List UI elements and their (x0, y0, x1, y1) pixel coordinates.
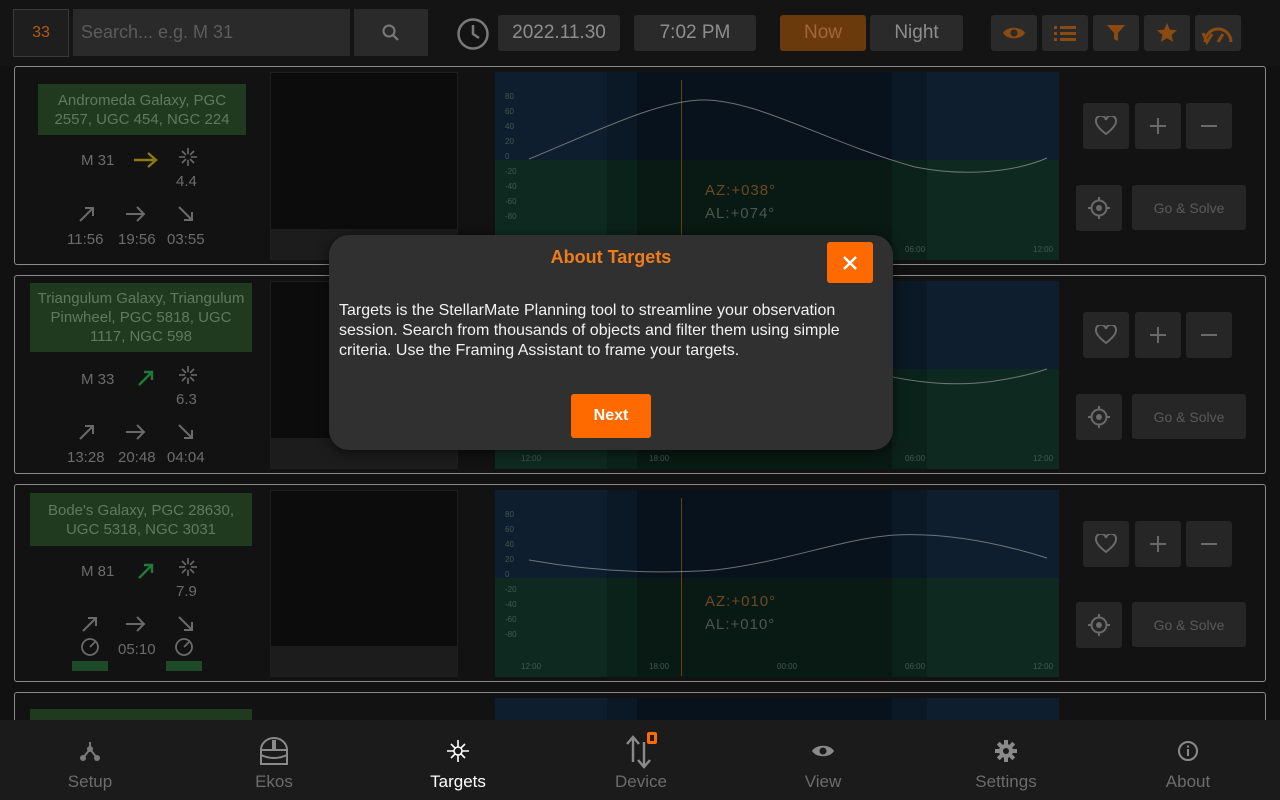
bottom-navigation: Setup Ekos Targets Device View Settings … (0, 720, 1280, 800)
next-button[interactable]: Next (571, 394, 651, 438)
device-icon (626, 732, 657, 769)
nav-ekos-label: Ekos (255, 772, 293, 791)
targets-icon (447, 740, 469, 762)
nav-ekos[interactable]: Ekos (204, 720, 344, 800)
info-icon (1178, 741, 1198, 761)
observatory-icon (259, 737, 289, 765)
close-button[interactable] (827, 242, 873, 283)
nav-settings[interactable]: Settings (936, 720, 1076, 800)
nav-view-label: View (804, 772, 842, 791)
setup-icon (80, 742, 100, 761)
nav-device-label: Device (615, 772, 667, 791)
dialog-body: Targets is the StellarMate Planning tool… (339, 302, 840, 359)
about-targets-dialog: About Targets Targets is the StellarMate… (329, 235, 893, 450)
nav-settings-label: Settings (975, 772, 1037, 791)
nav-view[interactable]: View (753, 720, 893, 800)
nav-setup-label: Setup (67, 772, 113, 791)
nav-targets-label: Targets (430, 772, 486, 791)
eye-icon (812, 745, 834, 757)
nav-about-label: About (1165, 772, 1211, 791)
dialog-title: About Targets (550, 247, 672, 267)
gear-icon (995, 740, 1017, 762)
nav-about[interactable]: About (1118, 720, 1258, 800)
nav-setup[interactable]: Setup (20, 720, 160, 800)
nav-device[interactable]: Device (571, 720, 711, 800)
close-icon (843, 255, 857, 270)
nav-targets[interactable]: Targets (388, 720, 528, 800)
